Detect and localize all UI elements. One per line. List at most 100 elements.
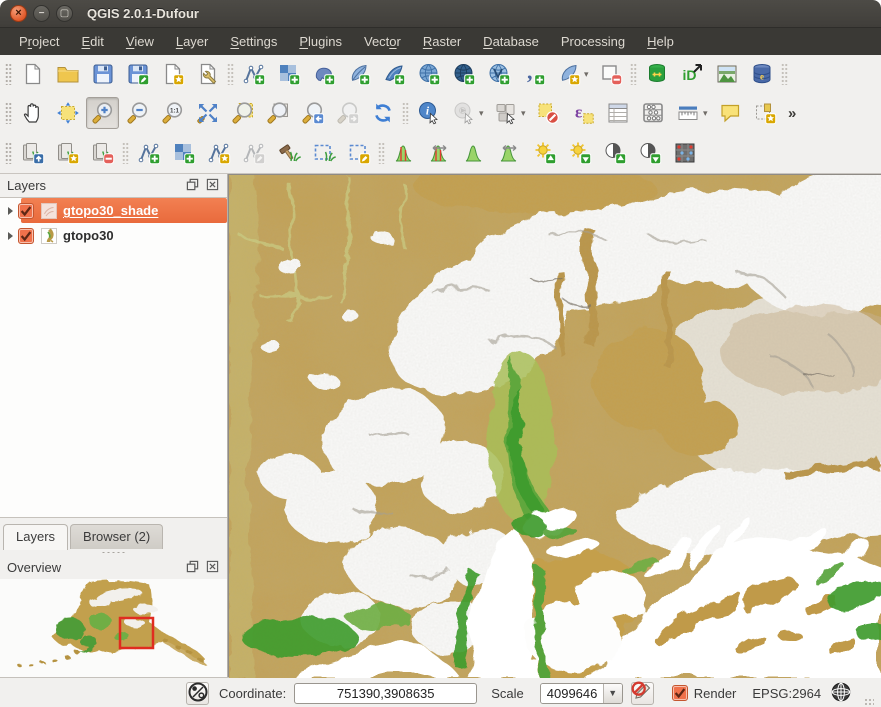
titlebar[interactable]: × − ▢ QGIS 2.0.1-Dufour <box>0 0 881 28</box>
coordinate-input[interactable] <box>294 683 477 704</box>
measure-button[interactable] <box>671 97 704 129</box>
georeferencer-button[interactable] <box>668 137 701 169</box>
brightness-increase-button[interactable] <box>528 137 561 169</box>
add-spatialite-layer-button[interactable] <box>342 58 375 90</box>
toolbar-drag-handle[interactable] <box>5 142 12 164</box>
pan-map-button[interactable] <box>16 97 49 129</box>
zoom-last-button[interactable] <box>296 97 329 129</box>
attribute-table-button[interactable] <box>601 97 634 129</box>
add-vector-layer-button[interactable] <box>237 58 270 90</box>
layers-tree[interactable]: gtopo30_shadegtopo30 <box>0 197 227 518</box>
tab-layers[interactable]: Layers <box>3 524 68 550</box>
raster-stretch-full-cumulative-button[interactable] <box>493 137 526 169</box>
layer-visibility-checkbox[interactable] <box>18 228 34 244</box>
new-bookmark-button[interactable] <box>748 97 781 129</box>
dock-splitter[interactable] <box>0 549 227 556</box>
evis-event-browser-button[interactable] <box>710 58 743 90</box>
grass-region-button[interactable] <box>307 137 340 169</box>
field-calculator-button[interactable] <box>636 97 669 129</box>
raster-stretch-local-button[interactable] <box>388 137 421 169</box>
save-project-button[interactable] <box>86 58 119 90</box>
menu-view[interactable]: View <box>115 30 165 53</box>
open-project-button[interactable] <box>51 58 84 90</box>
add-delimited-text-layer-button[interactable]: , <box>517 58 550 90</box>
grass-edit-region-button[interactable] <box>342 137 375 169</box>
measure-dropdown-caret[interactable]: ▾ <box>703 108 712 119</box>
extents-toggle-button[interactable] <box>186 682 209 705</box>
select-features-dropdown-caret[interactable]: ▾ <box>521 108 530 119</box>
layer-visibility-checkbox[interactable] <box>18 203 34 219</box>
resize-grip[interactable] <box>864 698 874 707</box>
menu-plugins[interactable]: Plugins <box>288 30 353 53</box>
composer-manager-button[interactable] <box>191 58 224 90</box>
stop-render-button[interactable] <box>631 682 654 705</box>
zoom-next-button[interactable] <box>331 97 364 129</box>
render-checkbox[interactable] <box>672 685 688 701</box>
layers-panel-float-button[interactable] <box>184 178 200 193</box>
layer-expander-icon[interactable] <box>8 207 13 215</box>
window-close-button[interactable]: × <box>10 5 27 22</box>
window-minimize-button[interactable]: − <box>33 5 50 22</box>
layer-expander-icon[interactable] <box>8 232 13 240</box>
zoom-out-button[interactable] <box>121 97 154 129</box>
save-project-as-button[interactable] <box>121 58 154 90</box>
refresh-button[interactable] <box>366 97 399 129</box>
raster-stretch-local-cumulative-button[interactable] <box>423 137 456 169</box>
add-wfs-layer-button[interactable] <box>482 58 515 90</box>
contrast-increase-button[interactable] <box>598 137 631 169</box>
zoom-full-button[interactable] <box>191 97 224 129</box>
crs-status-button[interactable] <box>829 682 852 705</box>
window-maximize-button[interactable]: ▢ <box>56 5 73 22</box>
identify-button[interactable]: i <box>412 97 445 129</box>
add-raster-layer-button[interactable] <box>272 58 305 90</box>
grass-new-vector-layer-button[interactable] <box>202 137 235 169</box>
menu-raster[interactable]: Raster <box>412 30 472 53</box>
layer-item-gtopo30[interactable]: gtopo30 <box>0 223 227 248</box>
contrast-decrease-button[interactable] <box>633 137 666 169</box>
menu-layer[interactable]: Layer <box>165 30 220 53</box>
chevron-down-icon[interactable]: ▼ <box>603 684 622 703</box>
add-wcs-layer-button[interactable] <box>447 58 480 90</box>
grass-edit-vector-layer-button[interactable] <box>237 137 270 169</box>
raster-stretch-full-button[interactable] <box>458 137 491 169</box>
evis-id-tool-button[interactable]: iD <box>675 58 708 90</box>
new-print-composer-button[interactable] <box>156 58 189 90</box>
zoom-to-selection-button[interactable] <box>226 97 259 129</box>
menu-help[interactable]: Help <box>636 30 685 53</box>
add-wms-layer-button[interactable] <box>412 58 445 90</box>
remove-layer-button[interactable] <box>594 58 627 90</box>
add-mssql-layer-button[interactable] <box>377 58 410 90</box>
menu-settings[interactable]: Settings <box>219 30 288 53</box>
toolbar-overflow-button[interactable]: » <box>788 105 796 122</box>
map-canvas[interactable] <box>228 174 881 677</box>
toolbar-drag-handle[interactable] <box>5 102 12 124</box>
deselect-all-button[interactable] <box>531 97 564 129</box>
map-tips-button[interactable] <box>713 97 746 129</box>
zoom-to-layer-button[interactable] <box>261 97 294 129</box>
grass-new-mapset-button[interactable] <box>51 137 84 169</box>
grass-close-mapset-button[interactable] <box>86 137 119 169</box>
pan-to-selection-button[interactable] <box>51 97 84 129</box>
toolbar-drag-handle[interactable] <box>5 63 12 85</box>
grass-open-mapset-button[interactable] <box>16 137 49 169</box>
menu-processing[interactable]: Processing <box>550 30 636 53</box>
grass-tools-button[interactable] <box>272 137 305 169</box>
zoom-actual-size-button[interactable]: 1:1 <box>156 97 189 129</box>
grass-add-raster-layer-button[interactable] <box>167 137 200 169</box>
new-project-button[interactable] <box>16 58 49 90</box>
select-features-button[interactable] <box>489 97 522 129</box>
scale-combobox[interactable]: 4099646 ▼ <box>540 683 623 704</box>
overview-map[interactable] <box>0 579 227 677</box>
overview-panel-close-button[interactable] <box>204 560 220 575</box>
menu-edit[interactable]: Edit <box>70 30 114 53</box>
grass-add-vector-layer-button[interactable] <box>132 137 165 169</box>
new-shapefile-layer-dropdown-caret[interactable]: ▾ <box>584 69 593 80</box>
brightness-decrease-button[interactable] <box>563 137 596 169</box>
select-by-expression-button[interactable]: ε <box>566 97 599 129</box>
tab-browser-2[interactable]: Browser (2) <box>70 524 163 549</box>
feature-action-dropdown-caret[interactable]: ▾ <box>479 108 488 119</box>
feature-action-button[interactable] <box>447 97 480 129</box>
layer-item-gtopo30_shade[interactable]: gtopo30_shade <box>0 198 227 223</box>
overview-panel-float-button[interactable] <box>184 560 200 575</box>
menu-vector[interactable]: Vector <box>353 30 412 53</box>
